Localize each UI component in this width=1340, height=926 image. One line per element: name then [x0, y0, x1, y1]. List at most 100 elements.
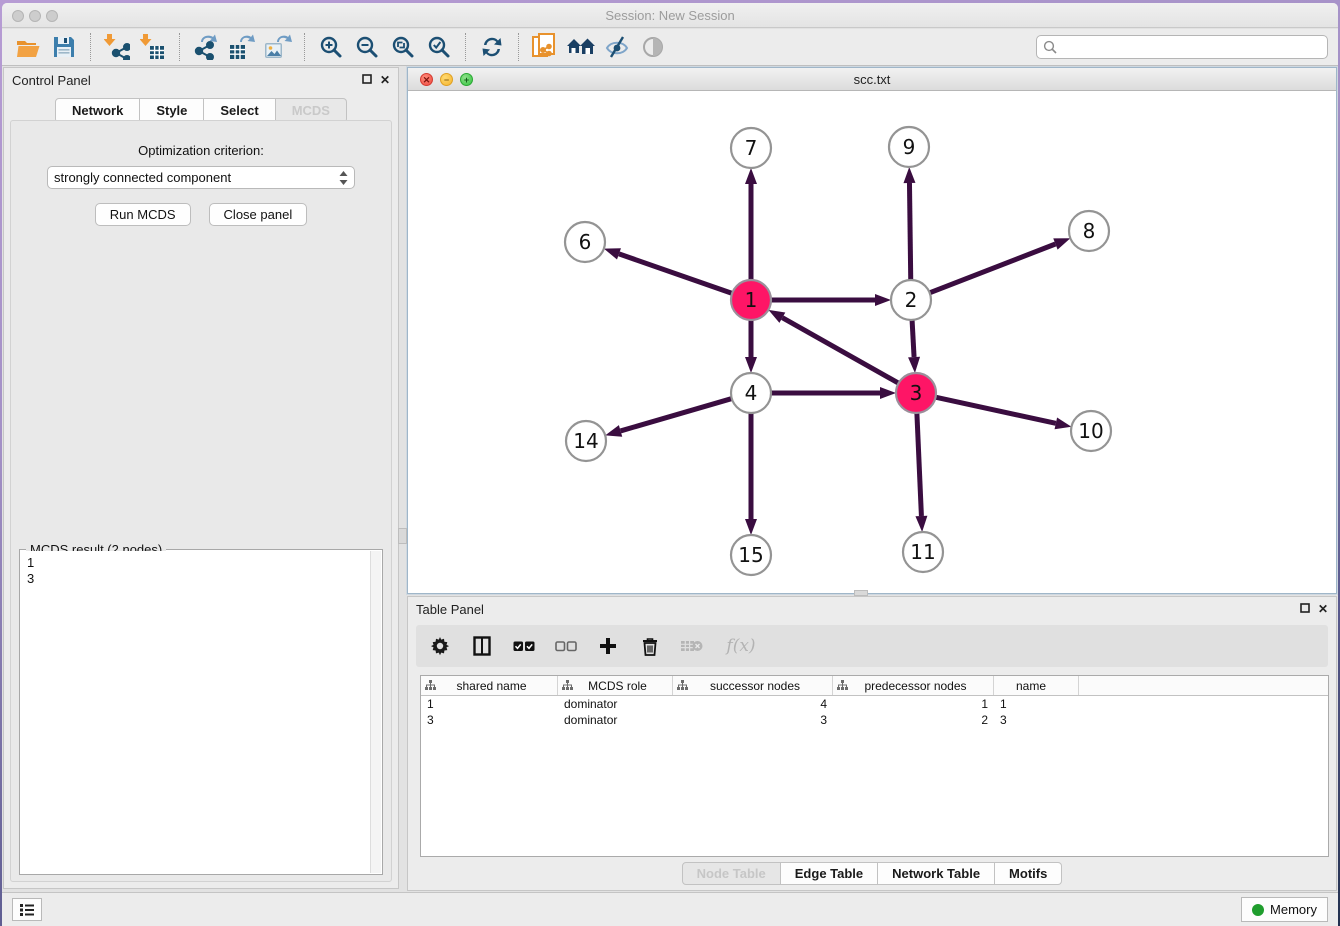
- column-header-MCDS-role[interactable]: MCDS role: [558, 676, 673, 695]
- export-table-icon[interactable]: [224, 31, 260, 63]
- toolbar-separator: [518, 33, 519, 61]
- cell-successor-nodes: 4: [673, 697, 833, 711]
- graph-node-14[interactable]: 14: [566, 421, 606, 461]
- control-panel-title: Control Panel: [12, 73, 91, 88]
- graph-node-7[interactable]: 7: [731, 128, 771, 168]
- edge-4-14[interactable]: [621, 399, 732, 431]
- column-header-successor-nodes[interactable]: successor nodes: [673, 676, 833, 695]
- float-table-panel-icon[interactable]: [1300, 603, 1310, 615]
- export-network-icon[interactable]: [188, 31, 224, 63]
- export-image-icon[interactable]: [260, 31, 296, 63]
- mcds-result-groupbox: MCDS result (2 nodes) 1 3: [19, 549, 383, 875]
- svg-text:10: 10: [1078, 419, 1103, 443]
- cell-MCDS-role: dominator: [558, 713, 673, 727]
- network-canvas[interactable]: 7 9 6 8 1 2 4 3 14 10 15 11: [408, 91, 1336, 593]
- table-row[interactable]: 3dominator323: [421, 712, 1328, 728]
- toolbar-separator: [90, 33, 91, 61]
- zoom-fit-icon[interactable]: [385, 31, 421, 63]
- svg-text:11: 11: [910, 540, 935, 564]
- edge-3-11[interactable]: [917, 413, 922, 516]
- graph-node-10[interactable]: 10: [1071, 411, 1111, 451]
- mcds-result-text[interactable]: 1 3: [21, 551, 370, 873]
- delete-table-icon: [680, 634, 704, 658]
- refresh-view-icon[interactable]: [474, 31, 510, 63]
- cell-MCDS-role: dominator: [558, 697, 673, 711]
- edge-3-10[interactable]: [936, 397, 1056, 423]
- table-body: 1dominator4113dominator323: [421, 696, 1328, 728]
- graph-node-1[interactable]: 1: [731, 280, 771, 320]
- memory-label: Memory: [1270, 902, 1317, 917]
- selected-criterion: strongly connected component: [54, 170, 339, 185]
- run-mcds-button[interactable]: Run MCDS: [95, 203, 191, 226]
- edge-3-1[interactable]: [782, 318, 898, 384]
- import-network-icon[interactable]: [99, 31, 135, 63]
- table-row[interactable]: 1dominator411: [421, 696, 1328, 712]
- graph-node-4[interactable]: 4: [731, 373, 771, 413]
- tab-network-table[interactable]: Network Table: [878, 862, 995, 885]
- save-session-icon[interactable]: [46, 31, 82, 63]
- result-scrollbar[interactable]: [370, 551, 381, 873]
- cell-shared-name: 3: [421, 713, 558, 727]
- delete-column-icon[interactable]: [638, 634, 662, 658]
- search-icon: [1043, 40, 1057, 54]
- column-header-shared-name[interactable]: shared name: [421, 676, 558, 695]
- task-history-button[interactable]: [12, 898, 42, 921]
- close-table-panel-icon[interactable]: ✕: [1318, 603, 1328, 615]
- open-session-icon[interactable]: [10, 31, 46, 63]
- table-panel: Table Panel ✕: [407, 596, 1337, 891]
- column-header-name[interactable]: name: [994, 676, 1079, 695]
- edge-2-8[interactable]: [930, 244, 1056, 293]
- hide-selected-icon[interactable]: [599, 31, 635, 63]
- close-panel-icon[interactable]: ✕: [380, 74, 390, 86]
- deselect-all-icon[interactable]: [554, 634, 578, 658]
- network-window-titlebar[interactable]: ✕ − + scc.txt: [408, 68, 1336, 91]
- graph-node-3[interactable]: 3: [896, 373, 936, 413]
- tab-edge-table[interactable]: Edge Table: [781, 862, 878, 885]
- search-input[interactable]: [1057, 38, 1327, 56]
- zoom-out-icon[interactable]: [349, 31, 385, 63]
- zoom-in-icon[interactable]: [313, 31, 349, 63]
- add-column-icon[interactable]: [596, 634, 620, 658]
- cell-shared-name: 1: [421, 697, 558, 711]
- horizontal-split-grip[interactable]: [398, 528, 407, 544]
- graph-node-6[interactable]: 6: [565, 222, 605, 262]
- toolbar-separator: [179, 33, 180, 61]
- network-graph[interactable]: 7 9 6 8 1 2 4 3 14 10 15 11: [408, 91, 1336, 593]
- cell-name: 1: [994, 697, 1079, 711]
- optimization-criterion-select[interactable]: strongly connected component: [47, 166, 355, 189]
- table-settings-icon[interactable]: [428, 634, 452, 658]
- graph-node-11[interactable]: 11: [903, 532, 943, 572]
- graph-node-9[interactable]: 9: [889, 127, 929, 167]
- search-box[interactable]: [1036, 35, 1328, 59]
- status-bar: Memory: [2, 892, 1338, 926]
- show-hidden-icon: [635, 31, 671, 63]
- graph-node-2[interactable]: 2: [891, 280, 931, 320]
- svg-text:4: 4: [745, 381, 758, 405]
- graph-node-15[interactable]: 15: [731, 535, 771, 575]
- memory-button[interactable]: Memory: [1241, 897, 1328, 922]
- clone-network-icon[interactable]: [527, 31, 563, 63]
- network-view-window: ✕ − + scc.txt 7 9 6 8 1 2 4 3 14 10 15 11: [407, 67, 1337, 594]
- main-toolbar: [2, 29, 1338, 66]
- float-panel-icon[interactable]: [362, 74, 372, 86]
- svg-text:1: 1: [745, 288, 758, 312]
- edge-1-6[interactable]: [619, 254, 732, 294]
- edge-2-3[interactable]: [912, 320, 914, 357]
- tab-motifs[interactable]: Motifs: [995, 862, 1062, 885]
- first-neighbors-icon[interactable]: [563, 31, 599, 63]
- column-header-predecessor-nodes[interactable]: predecessor nodes: [833, 676, 994, 695]
- svg-text:14: 14: [573, 429, 598, 453]
- window-title: Session: New Session: [2, 8, 1338, 23]
- import-table-icon[interactable]: [135, 31, 171, 63]
- close-panel-button[interactable]: Close panel: [209, 203, 308, 226]
- select-all-icon[interactable]: [512, 634, 536, 658]
- graph-node-8[interactable]: 8: [1069, 211, 1109, 251]
- svg-text:6: 6: [579, 230, 592, 254]
- zoom-selected-icon[interactable]: [421, 31, 457, 63]
- split-view-icon[interactable]: [470, 634, 494, 658]
- tab-node-table[interactable]: Node Table: [682, 862, 781, 885]
- edge-2-9[interactable]: [909, 183, 910, 280]
- mcds-tab-content: Optimization criterion: strongly connect…: [10, 120, 392, 882]
- window-titlebar: Session: New Session: [2, 3, 1338, 28]
- svg-text:15: 15: [738, 543, 763, 567]
